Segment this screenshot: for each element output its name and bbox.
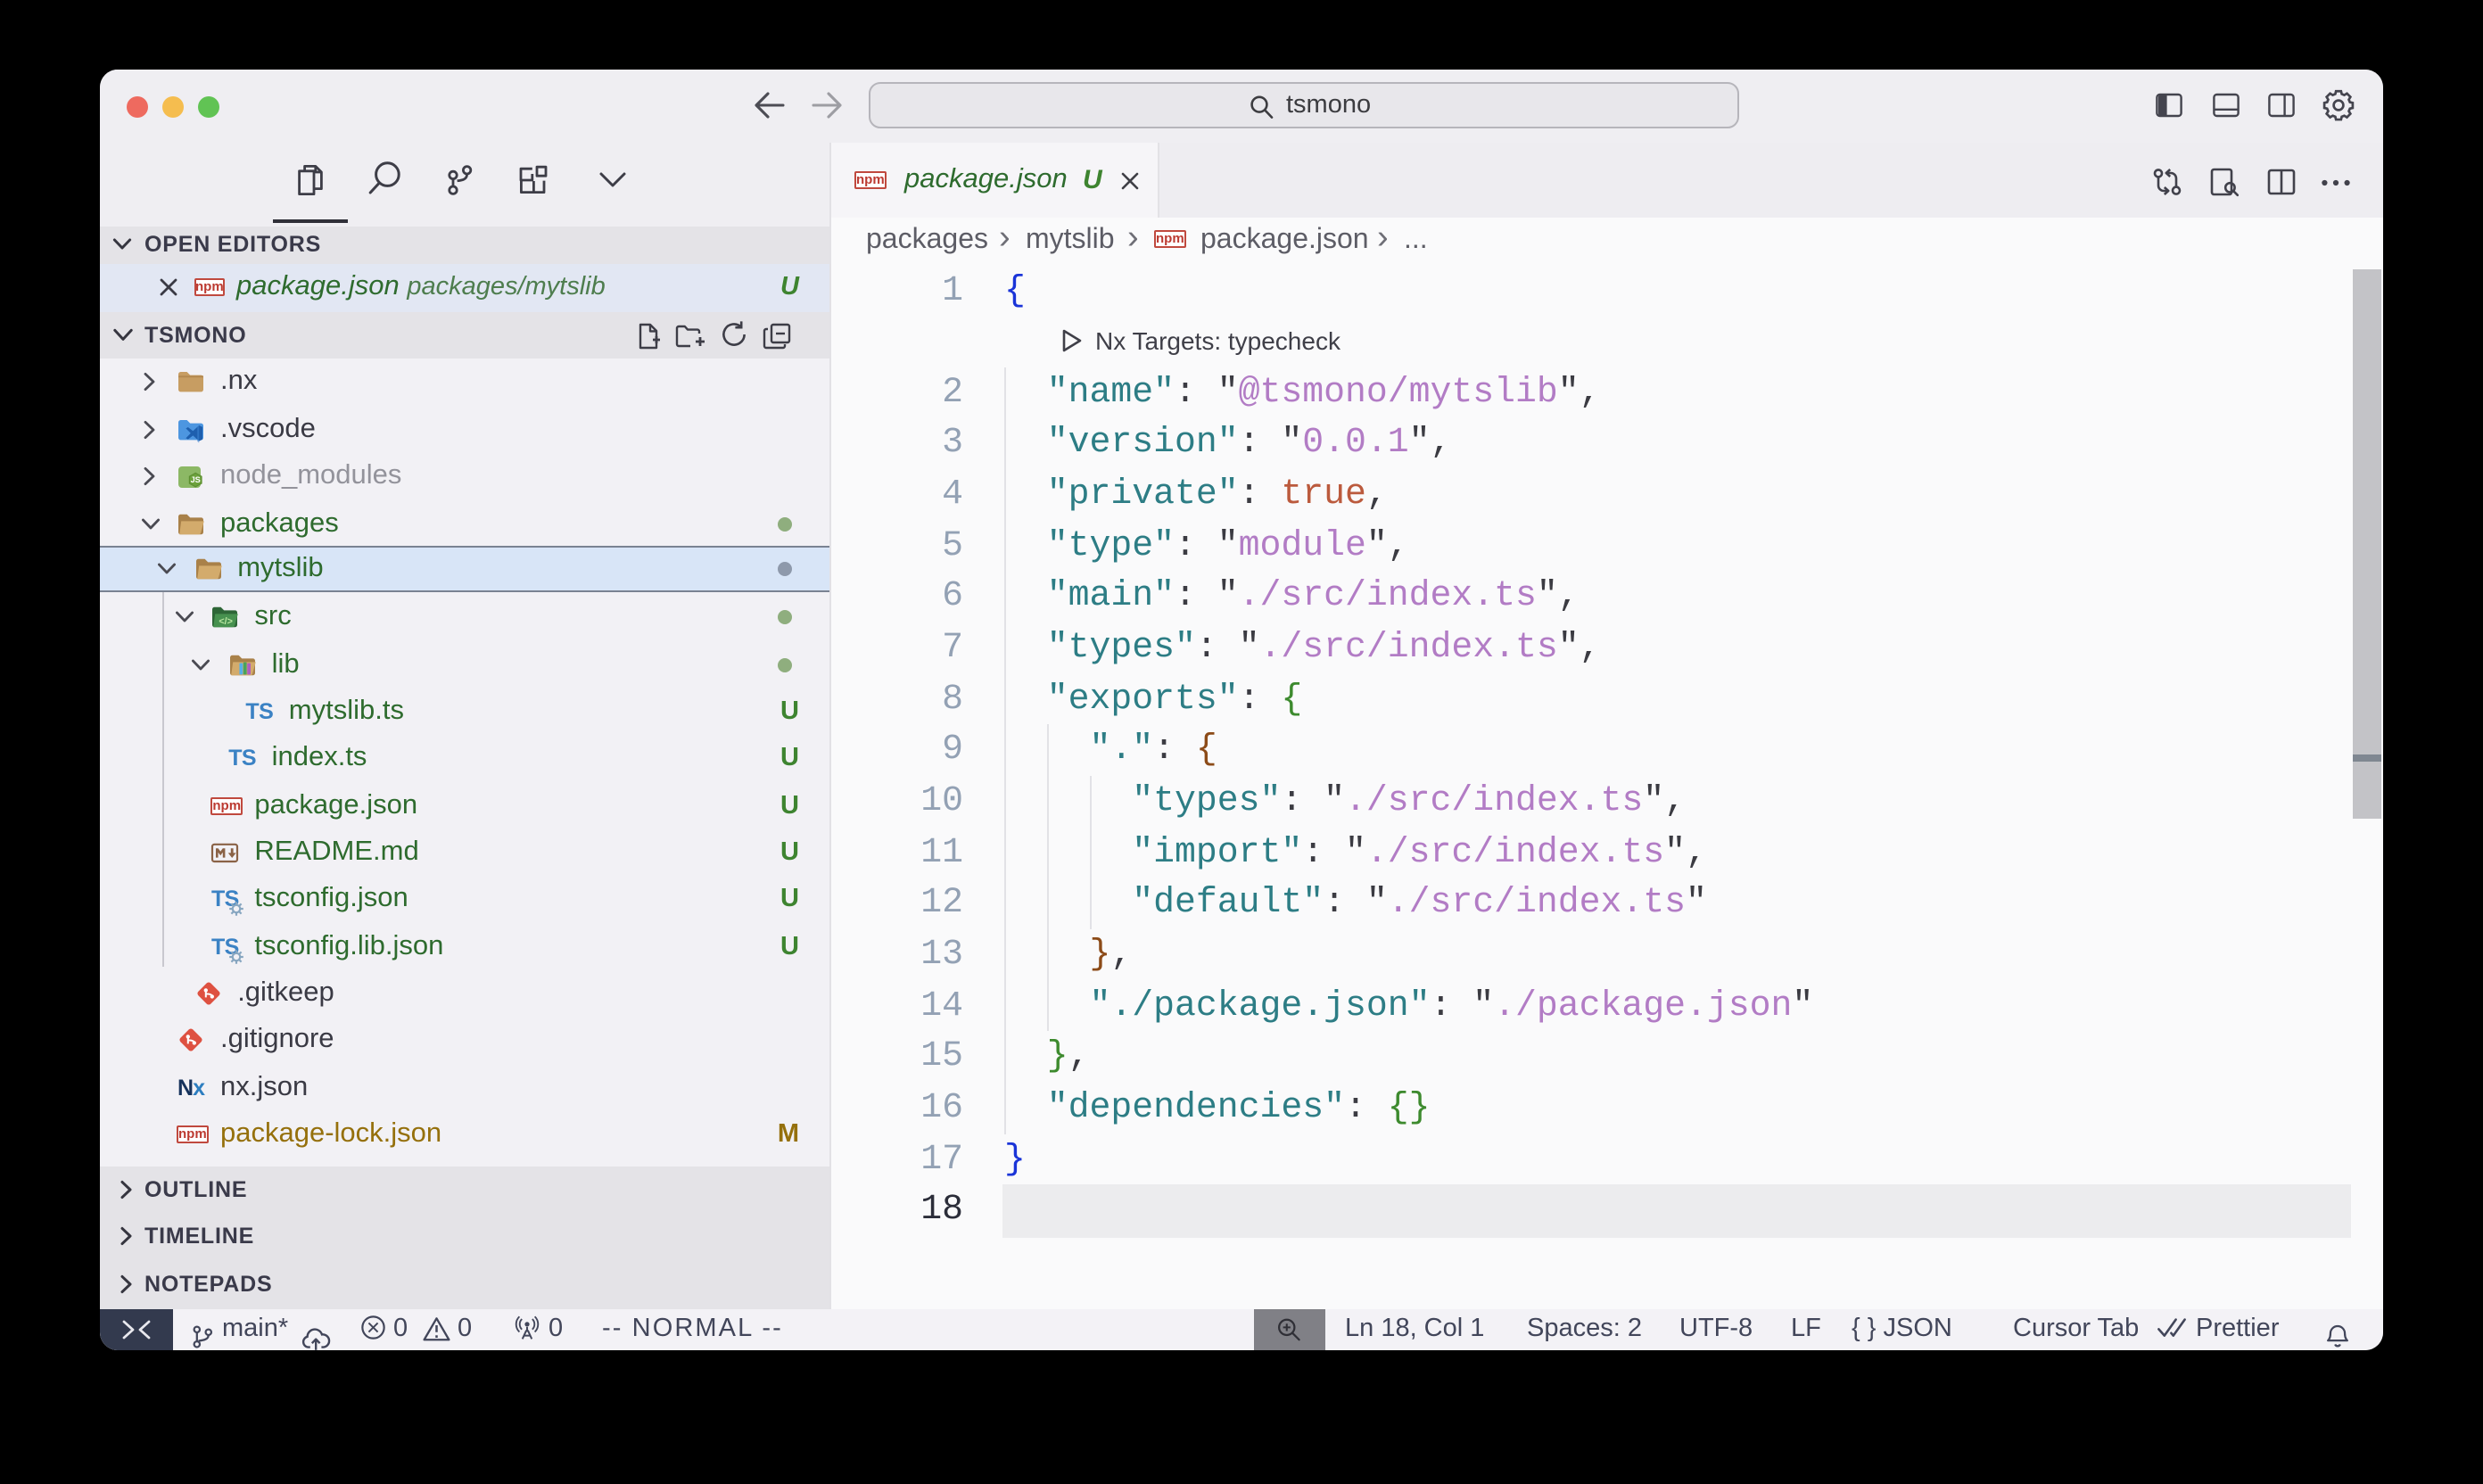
svg-text:JS: JS: [191, 476, 201, 485]
svg-text:</>: </>: [219, 616, 234, 627]
